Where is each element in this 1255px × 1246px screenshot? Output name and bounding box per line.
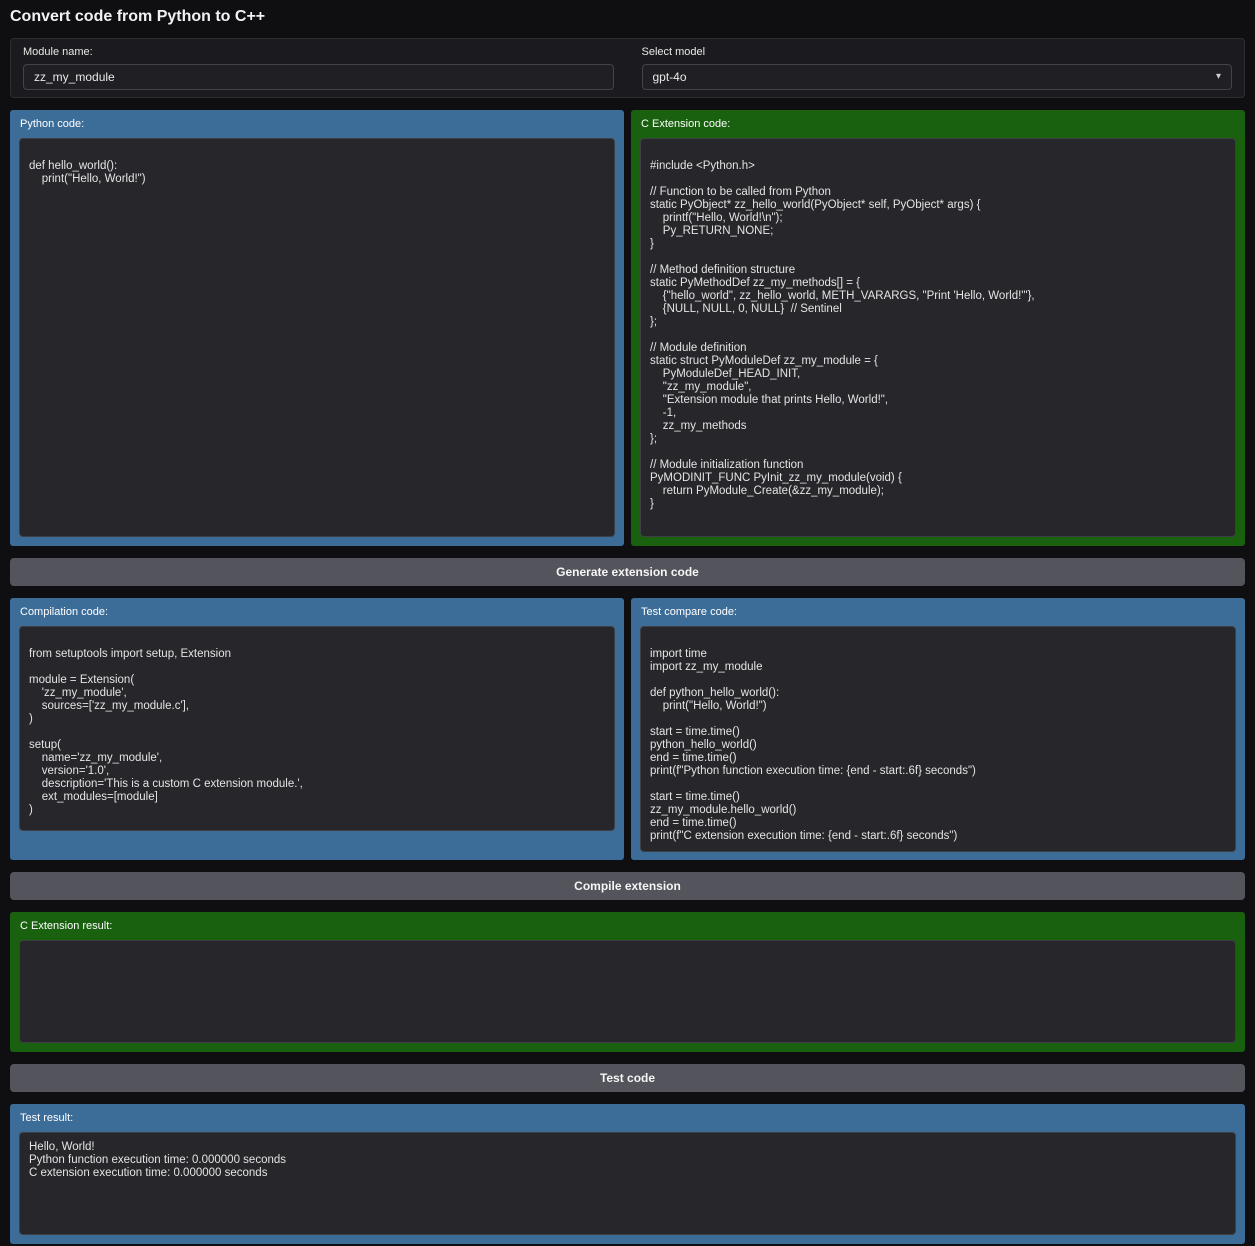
module-name-label: Module name:	[23, 46, 614, 58]
c-extension-result-label: C Extension result:	[20, 920, 1236, 933]
test-result-label: Test result:	[20, 1112, 1236, 1125]
test-result-output: Hello, World! Python function execution …	[19, 1132, 1236, 1235]
model-select-dropdown[interactable]: gpt-4o ▾	[642, 64, 1233, 90]
compile-panels-row: Compilation code: from setuptools import…	[10, 598, 1245, 860]
model-selected-value: gpt-4o	[653, 70, 687, 84]
compilation-code-label: Compilation code:	[20, 606, 615, 619]
python-code-label: Python code:	[20, 118, 615, 131]
c-extension-code-textarea[interactable]: #include <Python.h> // Function to be ca…	[640, 138, 1236, 537]
chevron-down-icon: ▾	[1216, 72, 1221, 82]
compilation-code-textarea[interactable]: from setuptools import setup, Extension …	[19, 626, 615, 831]
generate-extension-code-button[interactable]: Generate extension code	[10, 558, 1245, 586]
test-code-button[interactable]: Test code	[10, 1064, 1245, 1092]
c-extension-result-panel: C Extension result:	[10, 912, 1245, 1052]
test-compare-code-textarea[interactable]: import time import zz_my_module def pyth…	[640, 626, 1236, 852]
module-name-group: Module name:	[23, 46, 614, 90]
app-page: Convert code from Python to C++ Module n…	[0, 0, 1255, 1244]
c-extension-code-panel: C Extension code: #include <Python.h> //…	[631, 110, 1245, 546]
model-select-group: Select model gpt-4o ▾	[642, 46, 1233, 90]
test-result-panel: Test result: Hello, World! Python functi…	[10, 1104, 1245, 1244]
python-code-panel: Python code: def hello_world(): print("H…	[10, 110, 624, 546]
config-panel: Module name: Select model gpt-4o ▾	[10, 38, 1245, 98]
compilation-code-panel: Compilation code: from setuptools import…	[10, 598, 624, 860]
c-extension-code-label: C Extension code:	[641, 118, 1236, 131]
module-name-input[interactable]	[23, 64, 614, 90]
c-extension-result-output	[19, 940, 1236, 1043]
page-title: Convert code from Python to C++	[10, 8, 1245, 26]
test-compare-code-label: Test compare code:	[641, 606, 1236, 619]
code-panels-row: Python code: def hello_world(): print("H…	[10, 110, 1245, 546]
python-code-textarea[interactable]: def hello_world(): print("Hello, World!"…	[19, 138, 615, 537]
model-select-label: Select model	[642, 46, 1233, 58]
compile-extension-button[interactable]: Compile extension	[10, 872, 1245, 900]
test-compare-code-panel: Test compare code: import time import zz…	[631, 598, 1245, 860]
